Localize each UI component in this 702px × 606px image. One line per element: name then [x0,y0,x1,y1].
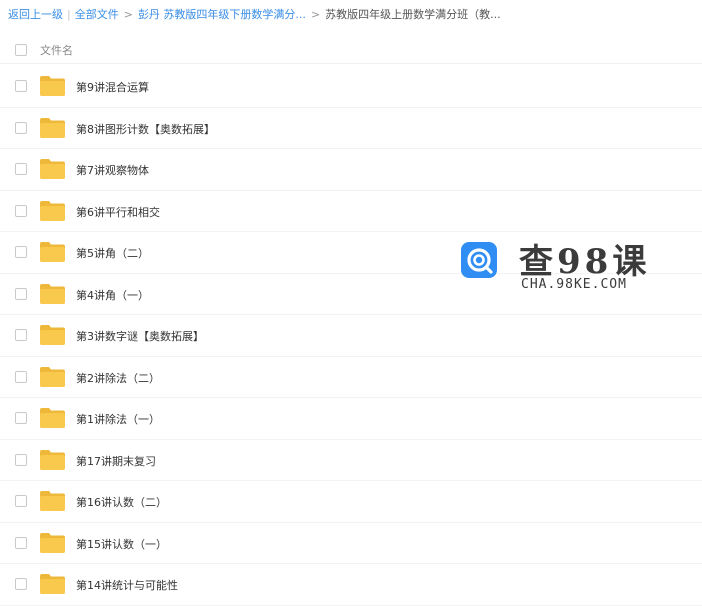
list-item[interactable]: 第1讲除法（一） [0,398,702,440]
folder-icon[interactable] [40,573,65,594]
folder-icon[interactable] [40,366,65,387]
list-item[interactable]: 第7讲观察物体 [0,149,702,191]
row-checkbox[interactable] [15,578,27,590]
row-checkbox[interactable] [15,163,27,175]
file-name-link[interactable]: 第9讲混合运算 [76,79,149,95]
watermark-subtitle: CHA.98KE.COM [521,277,627,292]
select-all-checkbox[interactable] [15,44,27,56]
file-name-link[interactable]: 第6讲平行和相交 [76,204,160,220]
breadcrumb-level1-link[interactable]: 彭丹 苏教版四年级下册数学满分... [138,8,306,21]
file-name-link[interactable]: 第17讲期末复习 [76,453,156,469]
breadcrumb-arrow: > [310,8,321,21]
watermark: 查98课 CHA.98KE.COM [461,236,651,296]
list-item[interactable]: 第17讲期末复习 [0,440,702,481]
folder-icon[interactable] [40,241,65,262]
column-header-filename[interactable]: 文件名 [40,42,73,58]
list-item[interactable]: 第2讲除法（二） [0,357,702,398]
folder-icon[interactable] [40,324,65,345]
list-item[interactable]: 第16讲认数（二） [0,481,702,523]
row-checkbox[interactable] [15,287,27,300]
folder-icon[interactable] [40,283,65,304]
row-checkbox[interactable] [15,329,27,341]
row-checkbox[interactable] [15,121,27,134]
list-item[interactable]: 第3讲数字谜【奥数拓展】 [0,315,702,357]
list-item[interactable]: 第15讲认数（一） [0,523,702,564]
folder-icon[interactable] [40,490,65,511]
file-name-link[interactable]: 第16讲认数（二） [76,494,167,510]
watermark-title: 查98课 [519,242,651,282]
row-checkbox[interactable] [15,453,27,466]
folder-icon[interactable] [40,449,65,470]
breadcrumb: 返回上一级 | 全部文件 > 彭丹 苏教版四年级下册数学满分... > 苏教版四年级上册数学… [8,6,501,24]
file-name-link[interactable]: 第5讲角（二） [76,245,149,261]
file-name-link[interactable]: 第8讲图形计数【奥数拓展】 [76,121,215,137]
list-item[interactable]: 第9讲混合运算 [0,66,702,108]
breadcrumb-current: 苏教版四年级上册数学满分班（教... [325,8,501,21]
folder-icon[interactable] [40,407,65,428]
file-list: 第9讲混合运算第8讲图形计数【奥数拓展】 第7讲观察物体 第6讲平行和相交 第5讲角（… [0,66,702,606]
row-checkbox[interactable] [15,370,27,383]
list-item[interactable]: 第8讲图形计数【奥数拓展】 [0,108,702,149]
row-checkbox[interactable] [15,246,27,258]
row-checkbox[interactable] [15,80,27,92]
all-files-link[interactable]: 全部文件 [75,8,119,21]
breadcrumb-divider: | [67,8,71,21]
back-link[interactable]: 返回上一级 [8,8,63,21]
breadcrumb-arrow: > [123,8,133,21]
folder-icon[interactable] [40,200,65,221]
folder-icon[interactable] [40,158,65,179]
folder-icon[interactable] [40,75,65,96]
list-item[interactable]: 第6讲平行和相交 [0,191,702,232]
folder-icon[interactable] [40,532,65,553]
file-name-link[interactable]: 第14讲统计与可能性 [76,577,178,593]
folder-icon[interactable] [40,117,65,138]
row-checkbox[interactable] [15,204,27,217]
file-name-link[interactable]: 第2讲除法（二） [76,370,160,386]
row-checkbox[interactable] [15,412,27,424]
file-name-link[interactable]: 第15讲认数（一） [76,536,167,552]
row-checkbox[interactable] [15,536,27,549]
search-logo-icon [461,242,497,278]
file-name-link[interactable]: 第3讲数字谜【奥数拓展】 [76,328,204,344]
file-name-link[interactable]: 第1讲除法（一） [76,411,160,427]
list-item[interactable]: 第14讲统计与可能性 [0,564,702,606]
file-name-link[interactable]: 第7讲观察物体 [76,162,149,178]
file-list-header: 文件名 [0,36,702,64]
row-checkbox[interactable] [15,495,27,507]
file-name-link[interactable]: 第4讲角（一） [76,287,149,303]
